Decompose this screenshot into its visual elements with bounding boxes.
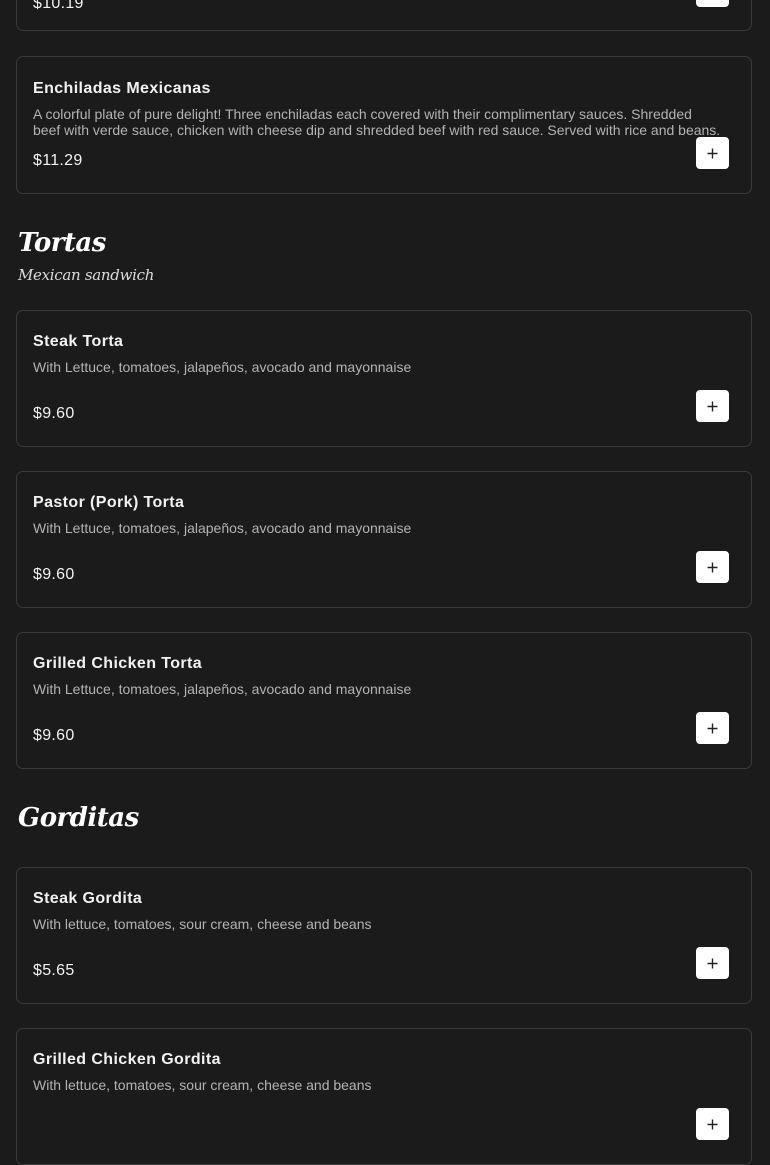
item-price: $9.60 <box>33 727 75 744</box>
menu-item-card[interactable]: Grilled Chicken Gordita With lettuce, to… <box>16 1028 752 1165</box>
menu-item-card[interactable]: Grilled Chicken Torta With Lettuce, toma… <box>16 632 752 769</box>
item-price: $11.29 <box>33 152 83 169</box>
menu-item-card[interactable]: Steak Torta With Lettuce, tomatoes, jala… <box>16 310 752 447</box>
plus-icon <box>707 1119 718 1129</box>
item-name: Steak Gordita <box>33 890 143 907</box>
item-price: $10.19 <box>33 0 84 12</box>
add-item-button[interactable] <box>696 137 729 169</box>
plus-icon <box>707 148 718 158</box>
plus-icon <box>707 401 718 411</box>
item-name: Grilled Chicken Gordita <box>33 1051 221 1068</box>
add-item-button[interactable] <box>696 1108 729 1140</box>
item-name: Grilled Chicken Torta <box>33 655 203 672</box>
item-description: With Lettuce, tomatoes, jalapeños, avoca… <box>33 520 412 536</box>
item-price: $9.60 <box>33 405 75 422</box>
item-price: $9.60 <box>33 566 75 583</box>
section-subtitle-tortas: Mexican sandwich <box>18 266 155 284</box>
item-name: Steak Torta <box>33 333 124 350</box>
section-title-gorditas: Gorditas <box>18 803 139 833</box>
item-name: Enchiladas Mexicanas <box>33 80 211 97</box>
item-description: A colorful plate of pure delight! Three … <box>33 106 721 138</box>
item-price: $5.65 <box>33 962 75 979</box>
add-item-button[interactable] <box>696 551 729 583</box>
section-title-tortas: Tortas <box>18 228 106 258</box>
plus-icon <box>707 562 718 572</box>
item-description: With lettuce, tomatoes, sour cream, chee… <box>33 1077 372 1093</box>
add-item-button[interactable] <box>696 0 729 7</box>
plus-icon <box>707 723 718 733</box>
menu-item-card[interactable]: Enchiladas Mexicanas A colorful plate of… <box>16 56 752 194</box>
add-item-button[interactable] <box>696 947 729 979</box>
item-description: With Lettuce, tomatoes, jalapeños, avoca… <box>33 359 412 375</box>
menu-item-card[interactable]: Steak Gordita With lettuce, tomatoes, so… <box>16 867 752 1004</box>
menu-item-card[interactable]: $10.19 <box>16 0 752 31</box>
add-item-button[interactable] <box>696 390 729 422</box>
menu-item-card[interactable]: Pastor (Pork) Torta With Lettuce, tomato… <box>16 471 752 608</box>
add-item-button[interactable] <box>696 712 729 744</box>
item-name: Pastor (Pork) Torta <box>33 494 185 511</box>
item-description: With Lettuce, tomatoes, jalapeños, avoca… <box>33 681 412 697</box>
plus-icon <box>707 958 718 968</box>
item-description: With lettuce, tomatoes, sour cream, chee… <box>33 916 372 932</box>
